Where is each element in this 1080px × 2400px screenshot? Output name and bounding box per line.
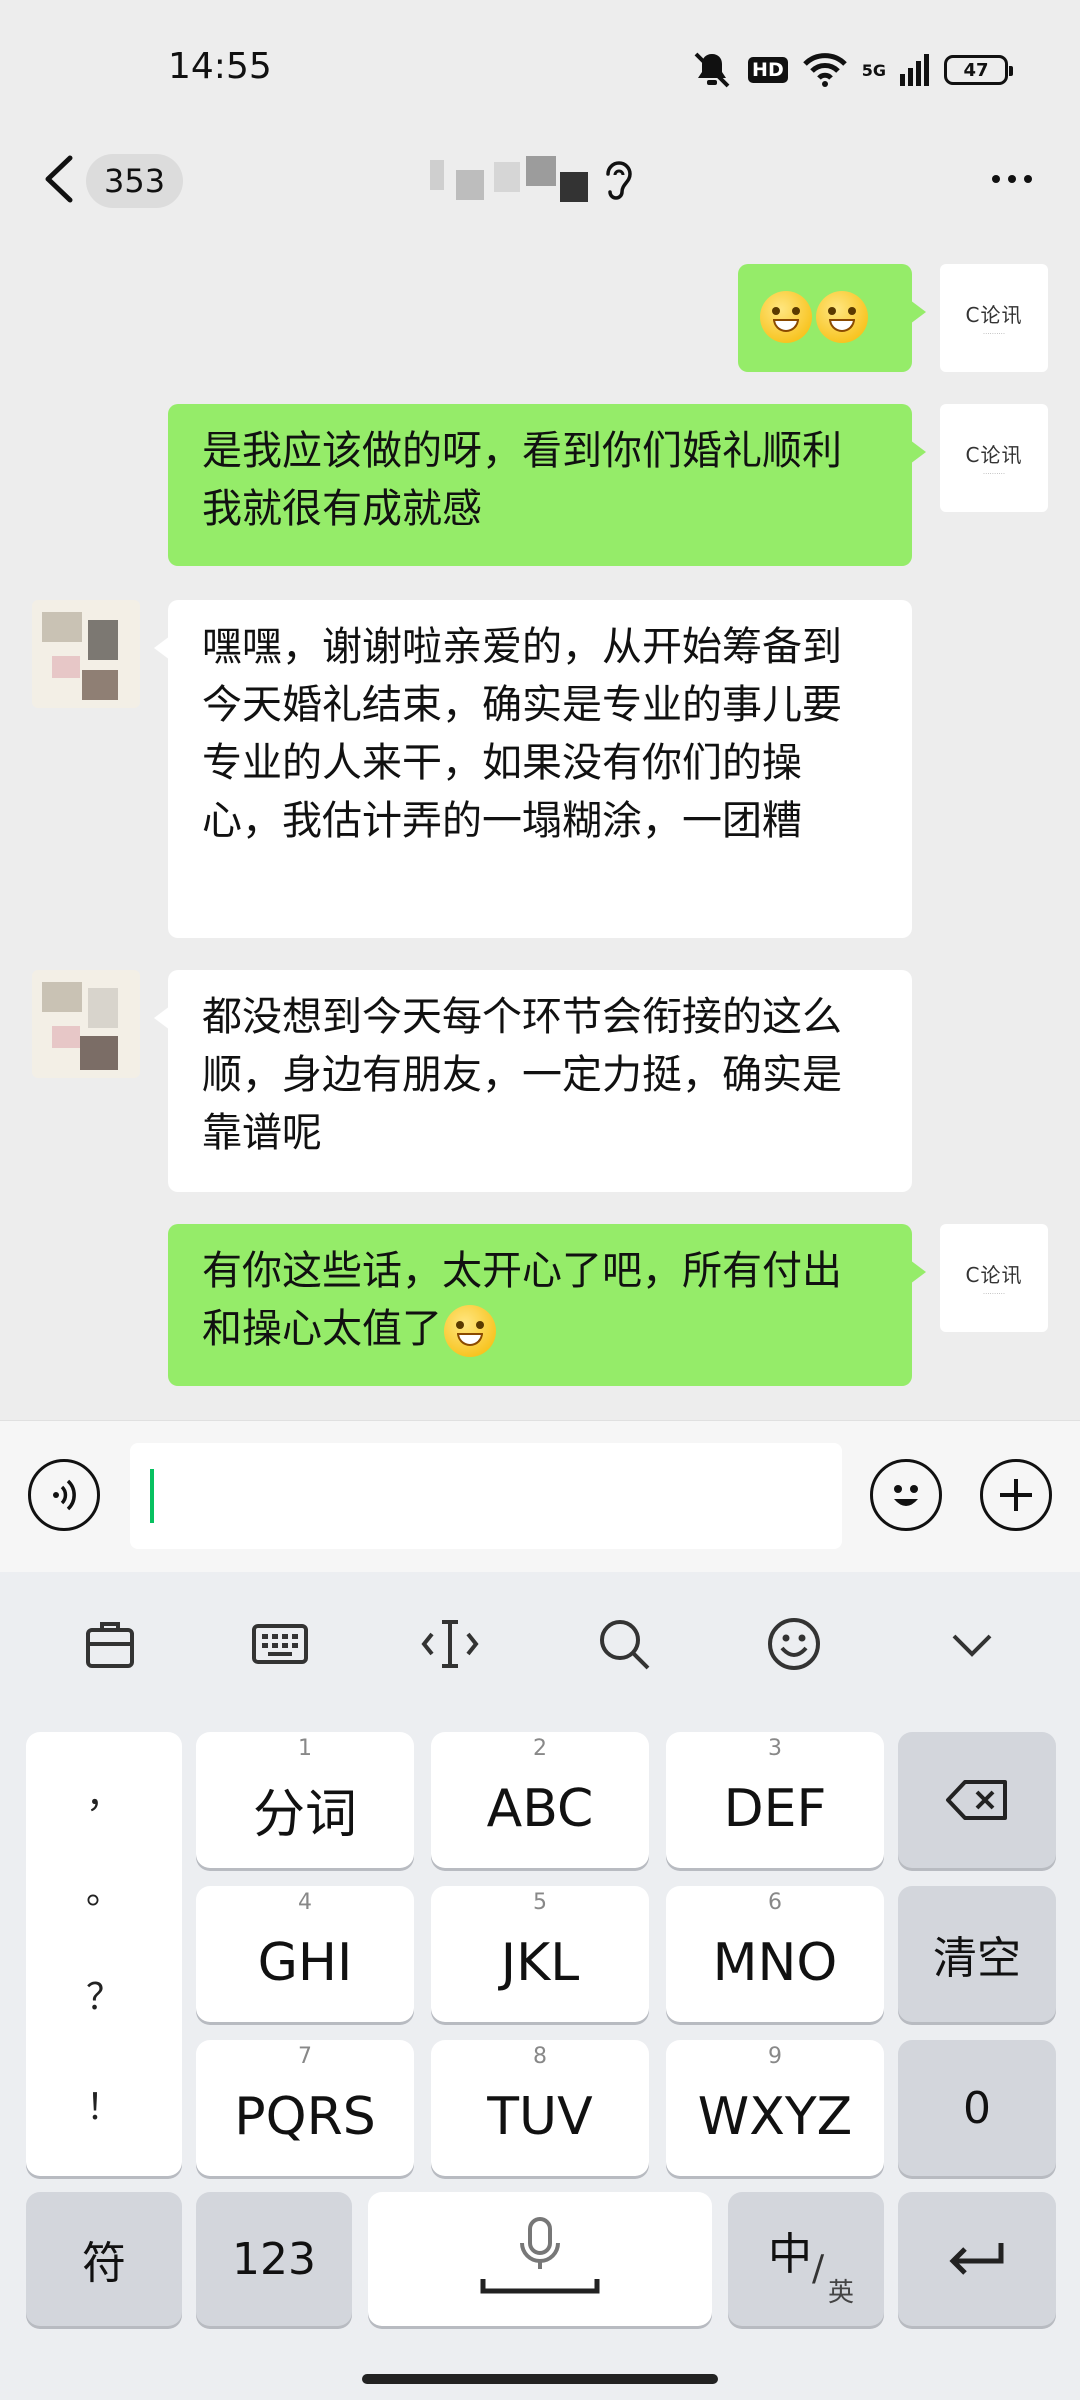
ear-icon [606, 161, 632, 200]
enter-icon [949, 2243, 1004, 2275]
my-avatar[interactable]: C论讯 ·········· [940, 1224, 1048, 1332]
language-switch-key[interactable]: 中 / 英 [728, 2192, 884, 2326]
status-time: 14:55 [168, 46, 272, 87]
message-input-bar [0, 1420, 1080, 1573]
nine-key-keyboard: ， 。 ？ ！ 1 分词 2 ABC 3 DEF 4 GHI 5 JKL 6 MNO 清空 … [0, 1702, 1080, 2400]
cursor-icon[interactable] [420, 1614, 480, 1674]
symbol-key[interactable]: 符 [26, 2192, 182, 2326]
unread-count-badge[interactable]: 353 [86, 154, 184, 208]
hd-badge: HD [748, 57, 788, 83]
message-bubble-sent[interactable]: 是我应该做的呀，看到你们婚礼顺利我就很有成就感 [168, 404, 926, 566]
emoji-icon[interactable] [870, 1459, 942, 1531]
avatar-logo-text: C论讯 [965, 302, 1023, 327]
grin-emoji-icon [760, 291, 812, 343]
backspace-icon [946, 1780, 1007, 1820]
status-icons: HD 5G 47 [690, 48, 1013, 92]
home-indicator[interactable] [362, 2374, 718, 2384]
contact-avatar[interactable] [32, 970, 140, 1078]
backspace-key[interactable] [898, 1732, 1056, 1868]
smirk-emoji-icon [444, 1305, 496, 1357]
lang-sub-label: 英 [828, 2278, 855, 2308]
message-bubble-sent[interactable] [738, 264, 926, 372]
lang-main-label: 中 [768, 2229, 812, 2280]
text-caret [150, 1469, 154, 1523]
chevron-down-icon[interactable] [942, 1614, 1002, 1674]
battery-level: 47 [963, 59, 989, 81]
punct-question-key[interactable]: ？ [26, 1968, 182, 2020]
status-bar: 14:55 HD 5G 47 [0, 0, 1080, 130]
signal-icon [900, 54, 929, 86]
mute-icon [694, 52, 730, 88]
more-icon[interactable] [984, 164, 1040, 194]
keyboard-toolbar [0, 1572, 1080, 1702]
clipboard-icon[interactable] [80, 1614, 140, 1674]
message-bubble-received[interactable]: 嘿嘿，谢谢啦亲爱的，从开始筹备到今天婚礼结束，确实是专业的事儿要专业的人来干，如… [154, 600, 912, 938]
message-bubble-sent[interactable]: 有你这些话，太开心了吧，所有付出和操心太值了 [168, 1224, 926, 1386]
key-8-tuv[interactable]: 8 TUV [431, 2040, 649, 2176]
key-4-ghi[interactable]: 4 GHI [196, 1886, 414, 2022]
contact-avatar[interactable] [32, 600, 140, 708]
enter-key[interactable] [898, 2192, 1056, 2326]
key-6-mno[interactable]: 6 MNO [666, 1886, 884, 2022]
grin-emoji-icon [816, 291, 868, 343]
key-2-abc[interactable]: 2 ABC [431, 1732, 649, 1868]
zero-key[interactable]: 0 [898, 2040, 1056, 2176]
key-9-wxyz[interactable]: 9 WXYZ [666, 2040, 884, 2176]
chat-header: 353 [0, 130, 1080, 230]
punct-comma-key[interactable]: ， [26, 1766, 182, 1818]
mic-icon [480, 2217, 600, 2294]
space-key[interactable] [368, 2192, 712, 2326]
message-text-input[interactable] [130, 1443, 842, 1549]
my-avatar[interactable]: C论讯 ·········· [940, 264, 1048, 372]
punct-period-key[interactable]: 。 [26, 1862, 182, 1914]
message-text: 有你这些话，太开心了吧，所有付出和操心太值了 [202, 1248, 842, 1352]
plus-icon[interactable] [980, 1459, 1052, 1531]
battery-indicator: 47 [944, 55, 1013, 85]
key-3-def[interactable]: 3 DEF [666, 1732, 884, 1868]
network-type: 5G [861, 60, 886, 80]
punct-exclaim-key[interactable]: ！ [26, 2078, 182, 2130]
message-bubble-received[interactable]: 都没想到今天每个环节会衔接的这么顺，身边有朋友，一定力挺，确实是靠谱呢 [154, 970, 912, 1192]
my-avatar[interactable]: C论讯 ·········· [940, 404, 1048, 512]
key-7-pqrs[interactable]: 7 PQRS [196, 2040, 414, 2176]
voice-icon[interactable] [28, 1459, 100, 1531]
numeric-key[interactable]: 123 [196, 2192, 352, 2326]
punctuation-column[interactable]: ， 。 ？ ！ [26, 1732, 182, 2176]
wifi-icon [802, 53, 847, 87]
keyboard-icon[interactable] [250, 1614, 310, 1674]
search-icon[interactable] [594, 1614, 654, 1674]
back-icon[interactable] [36, 152, 80, 206]
clear-key[interactable]: 清空 [898, 1886, 1056, 2022]
key-1-segment[interactable]: 1 分词 [196, 1732, 414, 1868]
key-5-jkl[interactable]: 5 JKL [431, 1886, 649, 2022]
smiley-icon[interactable] [764, 1614, 824, 1674]
